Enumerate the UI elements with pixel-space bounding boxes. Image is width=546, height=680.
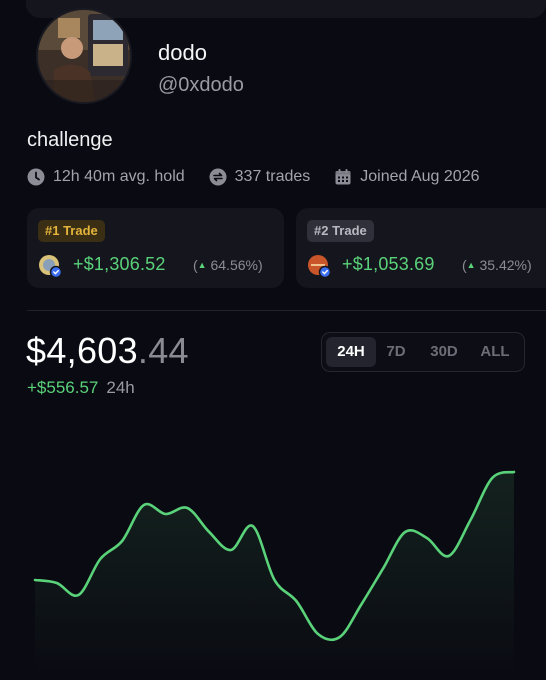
top-trade-card-1[interactable]: #1 Trade +$1,306.52 (▲ 64.56%) — [27, 208, 284, 288]
trade-pnl: +$1,306.52 — [73, 254, 166, 274]
trade-percent-value: 35.42%) — [479, 257, 532, 273]
chart-area — [35, 472, 514, 680]
stat-trades: 337 trades — [209, 168, 311, 186]
tab-all[interactable]: ALL — [472, 337, 518, 367]
up-arrow-icon: ▲ — [466, 260, 476, 270]
tab-30d[interactable]: 30D — [416, 337, 472, 367]
display-name: dodo — [158, 40, 207, 65]
avatar-image — [38, 10, 130, 102]
stat-avg-hold: 12h 40m avg. hold — [27, 168, 185, 186]
stats-row: 12h 40m avg. hold 337 trades Joined Aug … — [27, 166, 503, 188]
avatar[interactable] — [36, 8, 132, 104]
balance-change: +$556.57 24h — [27, 378, 135, 398]
change-amount: +$556.57 — [27, 378, 99, 397]
up-arrow-icon: ▲ — [197, 260, 207, 270]
swap-icon — [209, 168, 227, 186]
rank-badge: #2 Trade — [307, 220, 374, 242]
stat-label: 337 trades — [234, 168, 311, 185]
tab-24h[interactable]: 24H — [326, 337, 376, 367]
chart-svg — [33, 470, 516, 680]
clock-icon — [27, 168, 45, 186]
balance-main: $4,603 — [26, 330, 138, 371]
profile-screen: dodo @0xdodo challenge 12h 40m avg. hold… — [0, 0, 546, 680]
trade-pnl: +$1,053.69 — [342, 254, 435, 274]
stat-label: 12h 40m avg. hold — [53, 168, 185, 185]
change-period: 24h — [106, 378, 135, 397]
stat-joined: Joined Aug 2026 — [334, 168, 479, 186]
stat-label: Joined Aug 2026 — [360, 168, 480, 185]
trade-percent: (▲ 35.42%) — [462, 257, 532, 273]
calendar-icon — [334, 168, 352, 186]
divider — [27, 310, 546, 311]
handle: @0xdodo — [158, 74, 244, 96]
trade-percent-value: 64.56%) — [210, 257, 263, 273]
bio: challenge — [27, 129, 113, 151]
range-tabs: 24H 7D 30D ALL — [321, 332, 525, 372]
trade-percent: (▲ 64.56%) — [193, 257, 263, 273]
top-trade-card-2[interactable]: #2 Trade +$1,053.69 (▲ 35.42%) — [296, 208, 546, 288]
portfolio-balance: $4,603.44 — [26, 330, 189, 372]
balance-chart[interactable] — [0, 410, 546, 680]
rank-badge: #1 Trade — [38, 220, 105, 242]
token-avatar-icon — [38, 254, 62, 278]
balance-cents: .44 — [137, 330, 189, 371]
token-avatar-icon — [307, 254, 331, 278]
tab-7d[interactable]: 7D — [376, 337, 416, 367]
